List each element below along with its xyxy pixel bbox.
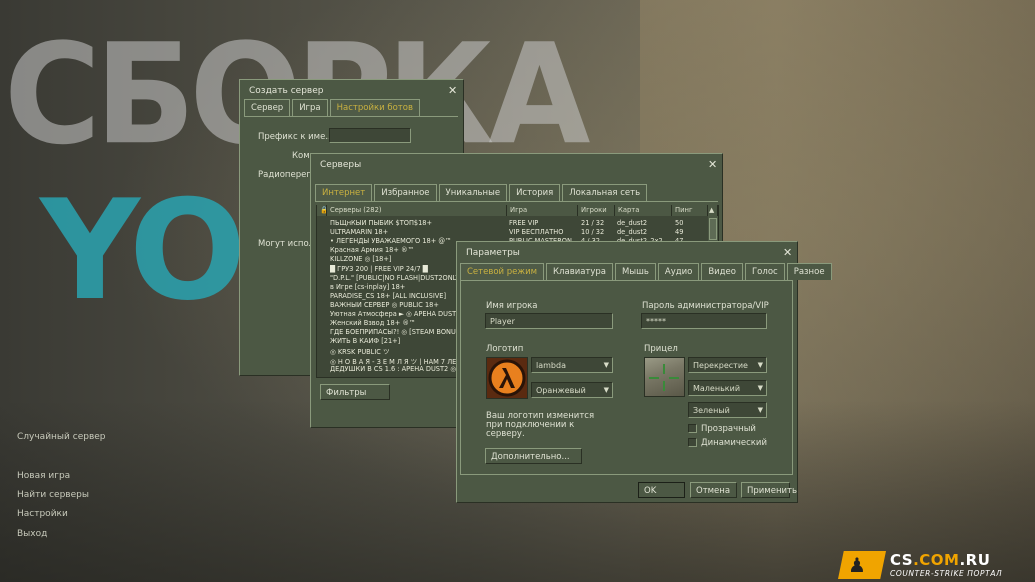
chevron-down-icon: ▼ (757, 361, 763, 369)
dynamic-label: Динамический (701, 438, 767, 448)
main-menu-random-server[interactable]: Случайный сервер (17, 432, 106, 442)
server-cell-game[interactable]: FREE VIP (509, 219, 577, 228)
server-cell-players[interactable]: 10 / 32 (581, 228, 615, 237)
server-cell-name[interactable]: ПЬЩнКЫЙ ПЫБИК $ТОП$18+ (330, 219, 506, 228)
prefix-label: Префикс к име... (258, 132, 334, 142)
tab-audio[interactable]: Аудио (657, 263, 700, 280)
logo-label: Логотип (486, 344, 524, 354)
advanced-button[interactable]: Дополнительно... (485, 448, 582, 464)
logo-select[interactable]: lambda ▼ (531, 357, 613, 373)
tab-game[interactable]: Игра (292, 99, 328, 116)
window-title: Серверы (320, 160, 362, 170)
tab-favorites[interactable]: Избранное (374, 184, 437, 201)
window-title: Параметры (466, 248, 520, 258)
tab-divider (315, 201, 718, 202)
column-game[interactable]: Игра (507, 205, 578, 216)
close-icon[interactable]: ✕ (783, 246, 792, 259)
translucent-checkbox[interactable] (688, 424, 697, 433)
crosshair-size-select[interactable]: Маленький ▼ (688, 380, 767, 396)
crosshair-line-right (669, 377, 679, 379)
scroll-up-icon[interactable]: ▲ (708, 205, 718, 216)
server-cell-game[interactable]: VIP БЕСПЛАТНО (509, 228, 577, 237)
tab-bot-settings[interactable]: Настройки ботов (329, 99, 420, 116)
server-cell-ping[interactable]: 50 (675, 219, 705, 228)
chevron-down-icon: ▼ (603, 361, 609, 369)
player-name-input[interactable]: Player (485, 313, 613, 329)
crosshair-preview (644, 357, 685, 397)
column-ping[interactable]: Пинг (672, 205, 708, 216)
filters-button[interactable]: Фильтры (320, 384, 390, 400)
tab-lan[interactable]: Локальная сеть (562, 184, 648, 201)
server-cell-name[interactable]: ULTRAMARIN 18+ (330, 228, 506, 237)
crosshair-style-value: Перекрестие (693, 361, 748, 370)
server-cell-map[interactable]: de_dust2 (617, 228, 672, 237)
servers-tabs: Интернет Избранное Уникальные История Ло… (315, 184, 648, 201)
create-server-tabs: Сервер Игра Настройки ботов (244, 99, 420, 116)
server-cell-map[interactable]: de_dust2 (617, 219, 672, 228)
tab-video[interactable]: Видео (701, 263, 743, 280)
tab-mouse[interactable]: Мышь (615, 263, 656, 280)
admin-password-input[interactable]: ***** (641, 313, 767, 329)
server-cell-players[interactable]: 21 / 32 (581, 219, 615, 228)
admin-password-label: Пароль администратора/VIP (642, 301, 769, 311)
dynamic-checkbox[interactable] (688, 438, 697, 447)
translucent-label: Прозрачный (701, 424, 756, 434)
options-tabs: Сетевой режим Клавиатура Мышь Аудио Виде… (460, 263, 832, 280)
logo-preview (486, 357, 528, 399)
crosshair-color-select[interactable]: Зеленый ▼ (688, 402, 767, 418)
close-icon[interactable]: ✕ (448, 84, 457, 97)
crosshair-size-value: Маленький (693, 384, 741, 393)
main-menu-settings[interactable]: Настройки (17, 509, 68, 519)
cancel-button[interactable]: Отмена (690, 482, 737, 498)
tab-server[interactable]: Сервер (244, 99, 291, 116)
lambda-logo-icon (488, 359, 526, 397)
server-cell-ping[interactable]: 49 (675, 228, 705, 237)
logo-color-value: Оранжевый (536, 386, 586, 395)
column-map[interactable]: Карта (615, 205, 672, 216)
crosshair-label: Прицел (644, 344, 678, 354)
tab-keyboard[interactable]: Клавиатура (546, 263, 614, 280)
logo-note: Ваш логотип изменится при подключении к … (486, 411, 595, 439)
tab-history[interactable]: История (509, 184, 561, 201)
tab-internet[interactable]: Интернет (315, 184, 373, 201)
logo-select-value: lambda (536, 361, 566, 370)
prefix-input[interactable] (329, 128, 411, 143)
crosshair-color-value: Зеленый (693, 406, 730, 415)
player-name-label: Имя игрока (486, 301, 538, 311)
apply-button[interactable]: Применить (741, 482, 797, 498)
chevron-down-icon: ▼ (757, 406, 763, 414)
chevron-down-icon: ▼ (757, 384, 763, 392)
tab-misc[interactable]: Разное (786, 263, 832, 280)
site-logo-title: CS.COM.RU (890, 551, 991, 569)
tab-unique[interactable]: Уникальные (438, 184, 508, 201)
chevron-down-icon: ▼ (603, 386, 609, 394)
crosshair-style-select[interactable]: Перекрестие ▼ (688, 357, 767, 373)
site-logo-subtitle: COUNTER-STRIKE ПОРТАЛ (890, 569, 1003, 578)
lock-icon: 🔒 (317, 205, 327, 216)
crosshair-line-bottom (663, 381, 665, 391)
close-icon[interactable]: ✕ (708, 158, 717, 171)
crosshair-line-left (649, 377, 659, 379)
tab-voice[interactable]: Голос (745, 263, 785, 280)
scrollbar-thumb[interactable] (709, 218, 717, 240)
ok-button[interactable]: OK (638, 482, 685, 498)
column-name[interactable]: Серверы (282) (327, 205, 507, 216)
window-title: Создать сервер (249, 86, 324, 96)
main-menu-exit[interactable]: Выход (17, 529, 47, 539)
column-players[interactable]: Игроки (578, 205, 615, 216)
main-menu-find-servers[interactable]: Найти серверы (17, 490, 89, 500)
soldier-icon: ♟ (848, 553, 866, 577)
logo-color-select[interactable]: Оранжевый ▼ (531, 382, 613, 398)
tab-divider (244, 116, 458, 117)
tab-network[interactable]: Сетевой режим (460, 263, 545, 280)
crosshair-line-top (663, 364, 665, 374)
main-menu-new-game[interactable]: Новая игра (17, 471, 70, 481)
